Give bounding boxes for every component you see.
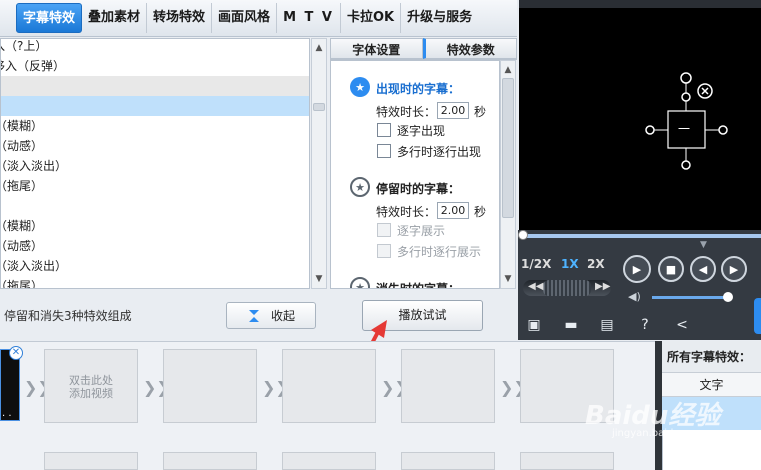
stay-line-checkbox[interactable] (377, 244, 391, 258)
scroll-down-icon[interactable]: ▼ (312, 272, 326, 286)
stay-duration-input[interactable]: 2.00 (437, 202, 469, 219)
watermark-url: jingyan.baidu.com (612, 428, 705, 439)
appear-line-checkbox[interactable] (377, 144, 391, 158)
collapse-icon (248, 309, 259, 322)
appear-line-label: 多行时逐行出现 (397, 145, 482, 159)
add-video-text: 双击此处 添加视频 (69, 374, 113, 400)
stay-char-label: 逐字展示 (397, 224, 446, 238)
progress-knob[interactable] (518, 230, 528, 240)
stay-unit: 秒 (474, 205, 487, 219)
speed-1x[interactable]: 1X (561, 257, 579, 271)
scroll-down-icon[interactable]: ▼ (501, 272, 515, 286)
effect-params-panel: ★ 出现时的字幕： 特效时长： 2.00 秒 逐字出现 多行时逐行出现 ★ 停留… (330, 60, 500, 289)
side-button[interactable] (754, 298, 761, 334)
stay-char-checkbox[interactable] (377, 223, 391, 237)
stay-title: 停留时的字幕： (376, 182, 461, 196)
share-icon[interactable]: < (673, 316, 691, 334)
list-item[interactable]: （动感） (1, 236, 309, 256)
empty-slot[interactable] (520, 452, 614, 470)
list-item[interactable] (1, 76, 309, 96)
rewind-icon[interactable]: ◀◀ (528, 281, 543, 292)
appear-title: 出现时的字幕： (376, 82, 461, 96)
open-folder-icon[interactable]: ▬ (562, 316, 580, 334)
help-icon[interactable]: ? (636, 316, 654, 334)
scroll-up-icon[interactable]: ▲ (501, 63, 515, 77)
empty-slot[interactable] (282, 452, 376, 470)
effect-tab-bar: 字幕特效 叠加素材 转场特效 画面风格 M T V 卡拉OK 升级与服务 (0, 0, 517, 37)
tab-overlay-material[interactable]: 叠加素材 (82, 3, 148, 33)
next-frame-icon[interactable]: ▶ (721, 256, 747, 282)
tab-picture-style[interactable]: 画面风格 (212, 3, 278, 33)
appear-char-label: 逐字出现 (397, 124, 446, 138)
tab-mtv[interactable]: M T V (277, 3, 341, 33)
volume-slider[interactable] (652, 296, 728, 299)
effect-hint-text: 停留和消失3种特效组成 (4, 309, 132, 323)
tab-effect-params[interactable]: 特效参数 (422, 38, 517, 59)
scroll-thumb[interactable] (313, 103, 325, 111)
list-item[interactable]: （拖尾） (1, 276, 309, 288)
list-item[interactable]: （淡入淡出） (1, 256, 309, 276)
empty-slot[interactable] (163, 349, 257, 423)
star-outline-icon: ★ (350, 277, 370, 288)
play-icon[interactable]: ▶ (623, 255, 651, 283)
volume-icon[interactable]: ◀) (628, 290, 641, 303)
params-scrollbar[interactable]: ▲ ▼ (500, 60, 516, 289)
effects-list-scrollbar[interactable]: ▲ ▼ (311, 38, 327, 289)
param-tab-bar: 字体设置 特效参数 (330, 38, 517, 60)
star-icon: ★ (350, 77, 370, 97)
tab-upgrade-service[interactable]: 升级与服务 (401, 3, 478, 33)
tab-transition-effects[interactable]: 转场特效 (147, 3, 213, 33)
appear-unit: 秒 (474, 105, 487, 119)
effects-list[interactable]: 入（?上） 移入（反弹） （模糊） （动感） （淡入淡出） （拖尾） （模糊） … (0, 38, 310, 289)
list-item[interactable]: 入（?上） (1, 39, 309, 56)
new-icon[interactable]: ▣ (525, 316, 543, 334)
chevron-down-icon[interactable]: ▼ (700, 240, 707, 250)
appear-duration-input[interactable]: 2.00 (437, 102, 469, 119)
preview-subtitle-text: 一 (678, 122, 691, 136)
watermark-logo: Baidu经验 (585, 401, 721, 431)
list-item-selected[interactable] (1, 96, 309, 116)
jog-wheel-grip[interactable] (543, 280, 591, 296)
collapse-label: 收起 (270, 309, 295, 323)
star-outline-icon: ★ (350, 177, 370, 197)
speed-2x[interactable]: 2X (587, 257, 605, 271)
stay-line-label: 多行时逐行展示 (397, 245, 482, 259)
list-item[interactable]: 移入（反弹） (1, 56, 309, 76)
subtitle-bounding-box[interactable] (519, 8, 761, 230)
appear-duration-label: 特效时长： (376, 105, 437, 119)
subtitle-column-header: 文字 (662, 373, 761, 397)
disappear-title: 消失时的字幕： (376, 282, 461, 289)
save-icon[interactable]: ▤ (598, 316, 616, 334)
empty-slot[interactable] (282, 349, 376, 423)
volume-knob[interactable] (723, 292, 733, 302)
stay-duration-label: 特效时长： (376, 205, 437, 219)
speed-half[interactable]: 1/2X (521, 257, 551, 271)
collapse-button[interactable]: 收起 (226, 302, 316, 329)
tab-karaoke[interactable]: 卡拉OK (341, 3, 402, 33)
list-item[interactable] (1, 196, 309, 216)
scroll-thumb[interactable] (502, 78, 514, 218)
appear-char-checkbox[interactable] (377, 123, 391, 137)
close-icon[interactable]: ✕ (9, 346, 23, 360)
list-item[interactable]: （拖尾） (1, 176, 309, 196)
progress-bar[interactable] (523, 234, 761, 238)
tab-font-settings[interactable]: 字体设置 (330, 38, 423, 59)
empty-slot[interactable] (163, 452, 257, 470)
tab-subtitle-effects[interactable]: 字幕特效 (16, 3, 83, 33)
fast-forward-icon[interactable]: ▶▶ (595, 281, 610, 292)
empty-slot[interactable] (44, 452, 138, 470)
empty-slot[interactable] (401, 452, 495, 470)
empty-slot[interactable] (401, 349, 495, 423)
stop-icon[interactable]: ■ (658, 256, 684, 282)
video-preview[interactable]: 一 (519, 8, 761, 230)
list-item[interactable]: （动感） (1, 136, 309, 156)
scroll-up-icon[interactable]: ▲ (312, 41, 326, 55)
list-item[interactable]: （模糊） (1, 116, 309, 136)
clip-dots: . . (2, 408, 12, 419)
list-item[interactable]: （模糊） (1, 216, 309, 236)
prev-frame-icon[interactable]: ◀ (690, 256, 716, 282)
list-item[interactable]: （淡入淡出） (1, 156, 309, 176)
preview-top-strip (519, 0, 761, 8)
subtitle-effects-header: 所有字幕特效： (662, 341, 761, 373)
